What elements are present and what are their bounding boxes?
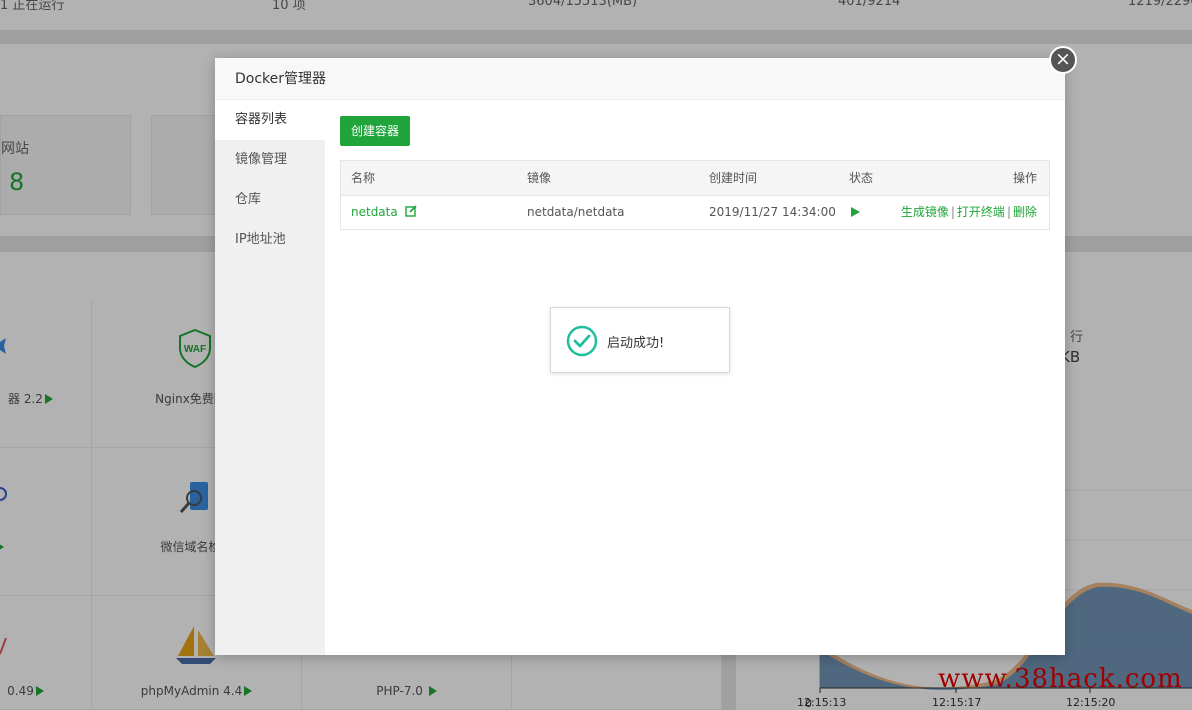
container-operations: 生成镜像 | 打开终端 | 删除: [901, 196, 1037, 229]
success-toast: 启动成功!: [550, 307, 730, 373]
sidebar-item-image-management[interactable]: 镜像管理: [215, 140, 325, 180]
container-image: netdata/netdata: [527, 205, 625, 219]
create-container-button[interactable]: 创建容器: [340, 116, 411, 146]
table-header: 名称 镜像 创建时间 状态 操作: [341, 161, 1049, 196]
header-state: 状态: [849, 171, 874, 185]
modal-sidebar: 容器列表 镜像管理 仓库 IP地址池: [215, 100, 325, 655]
modal-content: 创建容器 名称 镜像 创建时间 状态 操作 netdata netdata/ne…: [325, 100, 1065, 655]
generate-image-link[interactable]: 生成镜像: [901, 205, 949, 219]
container-name-cell: netdata: [351, 196, 417, 229]
sidebar-item-repository[interactable]: 仓库: [215, 180, 325, 220]
header-operations: 操作: [1012, 171, 1037, 185]
modal-title: Docker管理器: [215, 58, 1065, 100]
play-icon[interactable]: [851, 207, 860, 217]
container-table: 名称 镜像 创建时间 状态 操作 netdata netdata/netdata…: [340, 160, 1050, 230]
separator: |: [1006, 205, 1011, 219]
sidebar-item-container-list[interactable]: 容器列表: [215, 100, 325, 140]
delete-link[interactable]: 删除: [1013, 205, 1037, 219]
header-image: 镜像: [527, 171, 552, 185]
edit-icon[interactable]: [404, 205, 417, 217]
container-created-time: 2019/11/27 14:34:00: [709, 205, 836, 219]
close-icon[interactable]: ×: [1049, 46, 1077, 74]
open-terminal-link[interactable]: 打开终端: [957, 205, 1005, 219]
container-name-link[interactable]: netdata: [351, 205, 398, 219]
table-row: netdata netdata/netdata 2019/11/27 14:34…: [341, 196, 1049, 229]
sidebar-item-ip-pool[interactable]: IP地址池: [215, 220, 325, 260]
separator: |: [950, 205, 955, 219]
header-name: 名称: [351, 171, 376, 185]
success-check-icon: [566, 325, 598, 357]
header-created-time: 创建时间: [709, 171, 758, 185]
container-state: [849, 196, 860, 229]
toast-message: 启动成功!: [607, 336, 665, 351]
